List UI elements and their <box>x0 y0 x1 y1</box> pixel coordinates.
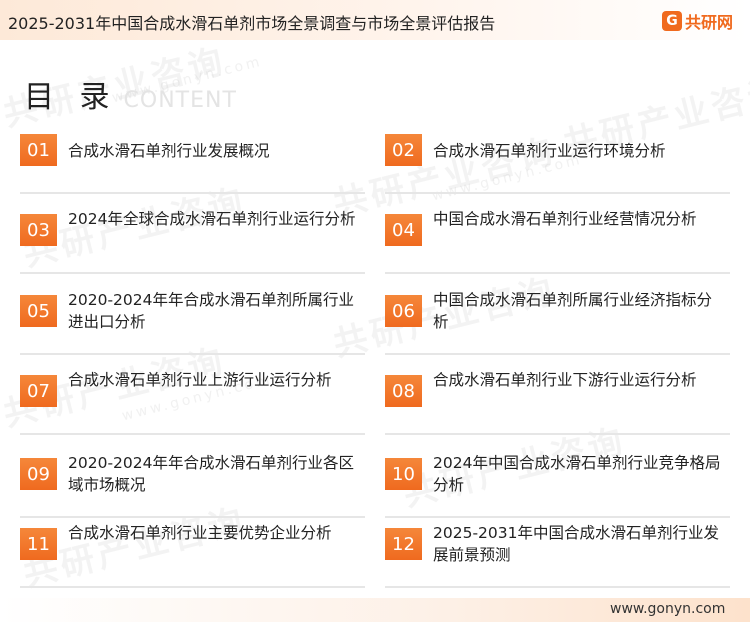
item-divider <box>20 272 365 274</box>
toc-item-11[interactable]: 11 合成水滑石单剂行业主要优势企业分析 <box>20 524 365 588</box>
item-label: 中国合成水滑石单剂行业经营情况分析 <box>433 210 697 228</box>
footer-url[interactable]: www.gonyn.com <box>610 601 725 617</box>
toc-item-07[interactable]: 07 合成水滑石单剂行业上游行业运行分析 <box>20 371 365 435</box>
item-label: 2020-2024年年合成水滑石单剂所属行业进出口分析 <box>68 291 354 331</box>
toc-item-03[interactable]: 03 2024年全球合成水滑石单剂行业运行分析 <box>20 210 365 274</box>
item-divider <box>385 586 730 588</box>
toc-subtitle: CONTENT <box>123 88 237 113</box>
item-divider <box>385 353 730 355</box>
toc-item-12[interactable]: 12 2025-2031年中国合成水滑石单剂行业发展前景预测 <box>385 524 730 588</box>
item-number: 12 <box>385 528 422 560</box>
item-divider <box>385 433 730 435</box>
item-number: 05 <box>20 295 57 327</box>
item-divider <box>20 516 365 518</box>
item-number: 01 <box>20 134 57 166</box>
item-label: 合成水滑石单剂行业下游行业运行分析 <box>433 371 697 389</box>
toc-item-10[interactable]: 10 2024年中国合成水滑石单剂行业竞争格局分析 <box>385 454 730 518</box>
footer-bar: www.gonyn.com <box>0 598 750 622</box>
toc-item-02[interactable]: 02 合成水滑石单剂行业运行环境分析 <box>385 134 730 194</box>
item-number: 08 <box>385 375 422 407</box>
item-divider <box>20 192 365 194</box>
toc-item-01[interactable]: 01 合成水滑石单剂行业发展概况 <box>20 134 365 194</box>
item-number: 02 <box>385 134 422 166</box>
toc-item-05[interactable]: 05 2020-2024年年合成水滑石单剂所属行业进出口分析 <box>20 291 365 355</box>
item-label: 2025-2031年中国合成水滑石单剂行业发展前景预测 <box>433 524 719 564</box>
item-divider <box>20 586 365 588</box>
item-number: 09 <box>20 458 57 490</box>
item-number: 04 <box>385 214 422 246</box>
item-label: 合成水滑石单剂行业主要优势企业分析 <box>68 524 332 542</box>
report-title: 2025-2031年中国合成水滑石单剂市场全景调查与市场全景评估报告 <box>8 14 496 33</box>
brand-logo: G 共研网 <box>662 9 733 33</box>
item-divider <box>385 516 730 518</box>
item-label: 中国合成水滑石单剂所属行业经济指标分析 <box>433 291 713 331</box>
item-divider <box>385 272 730 274</box>
item-number: 07 <box>20 375 57 407</box>
item-number: 06 <box>385 295 422 327</box>
item-number: 03 <box>20 214 57 246</box>
toc-heading: 目 录 CONTENT <box>24 72 237 116</box>
item-label: 2024年全球合成水滑石单剂行业运行分析 <box>68 210 356 228</box>
item-label: 合成水滑石单剂行业运行环境分析 <box>433 142 666 160</box>
item-label: 2020-2024年年合成水滑石单剂行业各区域市场概况 <box>68 454 354 494</box>
logo-mark-icon: G <box>662 11 682 31</box>
item-label: 2024年中国合成水滑石单剂行业竞争格局分析 <box>433 454 721 494</box>
item-divider <box>20 433 365 435</box>
toc-item-08[interactable]: 08 合成水滑石单剂行业下游行业运行分析 <box>385 371 730 435</box>
toc-item-09[interactable]: 09 2020-2024年年合成水滑石单剂行业各区域市场概况 <box>20 454 365 518</box>
toc-item-06[interactable]: 06 中国合成水滑石单剂所属行业经济指标分析 <box>385 291 730 355</box>
item-divider <box>20 353 365 355</box>
item-label: 合成水滑石单剂行业发展概况 <box>68 142 270 160</box>
item-divider <box>385 192 730 194</box>
item-label: 合成水滑石单剂行业上游行业运行分析 <box>68 371 332 389</box>
item-number: 10 <box>385 458 422 490</box>
logo-text: 共研网 <box>685 13 734 32</box>
item-number: 11 <box>20 528 57 560</box>
toc-title: 目 录 <box>24 80 118 115</box>
header-bar: 2025-2031年中国合成水滑石单剂市场全景调查与市场全景评估报告 G 共研网 <box>0 0 750 40</box>
toc-item-04[interactable]: 04 中国合成水滑石单剂行业经营情况分析 <box>385 210 730 274</box>
